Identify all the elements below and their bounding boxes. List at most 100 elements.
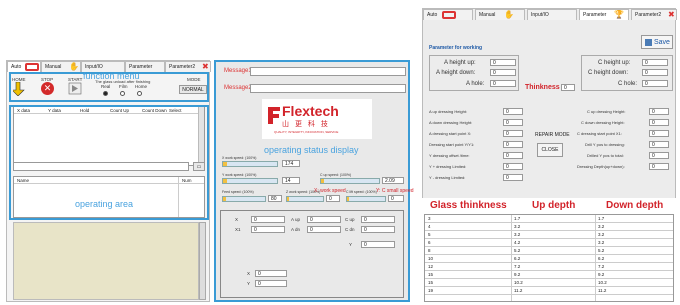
- a-hole-input[interactable]: 0: [490, 80, 516, 87]
- c-dn-coord: 0: [361, 226, 395, 233]
- y-dressing-offset-input[interactable]: 0: [503, 152, 523, 159]
- table-row[interactable]: 10 6.2 6.2: [425, 255, 673, 263]
- x-speed-value[interactable]: 174: [282, 160, 300, 167]
- message2-label: Message2: [224, 85, 252, 91]
- x-speed-bar[interactable]: [222, 161, 278, 167]
- stop-icon[interactable]: ✕: [41, 82, 54, 95]
- x1-coord: 0: [251, 226, 285, 233]
- section-title: Parameter for working: [429, 45, 483, 51]
- status-display-label: operating status display: [264, 145, 359, 155]
- table-row[interactable]: 12 7.2 7.2: [425, 263, 673, 271]
- thinkness-label: Thinkness: [525, 84, 560, 91]
- a-height-down-input[interactable]: 0: [490, 69, 516, 76]
- right-tab-manual[interactable]: Manual ✋: [475, 9, 525, 20]
- right-tab-parameter[interactable]: Parameter 🏆: [579, 9, 629, 20]
- y-speed-label: Y work speed: (100%): [222, 173, 257, 177]
- log-area: [13, 222, 199, 300]
- table-row[interactable]: 19 11.2 11.2: [425, 287, 673, 295]
- logo-text: Flextech: [282, 103, 339, 119]
- right-tab-input-io[interactable]: Input/IO: [527, 9, 577, 20]
- tab-manual[interactable]: Manual ✋: [41, 61, 81, 72]
- y-minus-limit-input[interactable]: 0: [503, 174, 523, 181]
- left-panel: Auto Manual ✋ Input/IO Parameter Paramet…: [6, 60, 211, 302]
- c-lift-speed-value[interactable]: 0: [388, 195, 404, 202]
- a-up-coord: 0: [307, 216, 341, 223]
- a-up-dressing-input[interactable]: 0: [503, 108, 523, 115]
- thinkness-input[interactable]: 0: [561, 84, 575, 91]
- logo-tagline: QUALITY, INTEGRITY, INNOVATION, SERVICE: [274, 130, 339, 134]
- c-dressing-start-x1-input[interactable]: 0: [649, 130, 669, 137]
- message1-label: Message1: [224, 68, 252, 74]
- feed-speed-bar[interactable]: [222, 196, 266, 202]
- trophy-icon: 🏆: [614, 10, 624, 19]
- table-row[interactable]: 6 4.2 3.2: [425, 239, 673, 247]
- right-tab-parameter2[interactable]: Parameter2 ✖: [631, 9, 677, 20]
- c-height-down-input[interactable]: 0: [642, 69, 668, 76]
- c-up-speed-value[interactable]: 2.09: [382, 177, 404, 184]
- a-fields-box: A height up: 0 A height down: 0 A hole: …: [429, 55, 519, 91]
- y-speed-value[interactable]: 14: [282, 177, 300, 184]
- home-arrow-icon[interactable]: [13, 82, 25, 96]
- c-up-speed-bar[interactable]: [320, 178, 380, 184]
- y-speed-bar[interactable]: [222, 178, 278, 184]
- z-speed-value[interactable]: 0: [326, 195, 340, 202]
- dressing-start-y-input[interactable]: 0: [503, 141, 523, 148]
- repair-mode-label: REPAIR MODE: [535, 132, 570, 138]
- y-plus-limit-input[interactable]: 0: [503, 163, 523, 170]
- bottom-y-coord: 0: [255, 280, 287, 287]
- c-lift-speed-bar[interactable]: [346, 196, 386, 202]
- feed-speed-label: Feed speed: (100%): [222, 190, 254, 194]
- table-row[interactable]: 15 10.2 10.2: [425, 279, 673, 287]
- mode-button[interactable]: NORMAL: [179, 85, 207, 94]
- hand-icon: ✋: [69, 62, 79, 71]
- message1-field: [250, 67, 406, 76]
- c-fields-box: C height up: 0 C height down: 0 C hole: …: [581, 55, 673, 91]
- z-speed-bar[interactable]: [286, 196, 324, 202]
- tools-icon: ✖: [202, 62, 209, 71]
- save-button[interactable]: Save: [641, 35, 673, 49]
- bottom-x-coord: 0: [255, 270, 287, 277]
- c-up-coord: 0: [361, 216, 395, 223]
- flextech-logo-mark: [268, 107, 280, 124]
- start-icon[interactable]: [68, 82, 82, 95]
- x-coord: 0: [251, 216, 285, 223]
- tab-parameter2[interactable]: Parameter2 ✖: [165, 61, 211, 72]
- table-row[interactable]: 15 9.2 9.2: [425, 271, 673, 279]
- flextech-logo: Flextech 山 更 科 技 QUALITY, INTEGRITY, INN…: [262, 99, 372, 139]
- table-row[interactable]: 4 3.2 3.2: [425, 223, 673, 231]
- a-dressing-start-x-input[interactable]: 0: [503, 130, 523, 137]
- auto-mode-icon: [25, 63, 39, 71]
- depth-table-headers: Glass thinkness Up depth Down depth: [422, 198, 676, 214]
- c-hole-input[interactable]: 0: [642, 80, 668, 87]
- c-height-up-input[interactable]: 0: [642, 59, 668, 66]
- c-up-dressing-input[interactable]: 0: [649, 108, 669, 115]
- table-row[interactable]: 5 3.2 3.2: [425, 231, 673, 239]
- tab-auto[interactable]: Auto: [7, 61, 41, 72]
- down-depth-header: Down depth: [606, 200, 664, 211]
- table-row[interactable]: 3 1.7 1.7: [425, 215, 673, 223]
- radio-home[interactable]: [137, 91, 142, 96]
- radio-film[interactable]: [120, 91, 125, 96]
- logo-cn: 山 更 科 技: [282, 121, 330, 128]
- floppy-icon: [645, 39, 652, 46]
- y-small-speed-red: Y: C small speed: [376, 188, 414, 194]
- y-coord: 0: [361, 241, 395, 248]
- dressing-depth-input[interactable]: 0: [649, 163, 669, 170]
- close-button[interactable]: CLOSE: [537, 143, 563, 157]
- c-down-dressing-input[interactable]: 0: [649, 119, 669, 126]
- up-depth-header: Up depth: [532, 200, 576, 211]
- a-down-dressing-input[interactable]: 0: [503, 119, 523, 126]
- drill-y-pos-input[interactable]: 0: [649, 141, 669, 148]
- right-tab-auto[interactable]: Auto: [423, 9, 473, 20]
- operating-area-label: operating area: [75, 199, 134, 209]
- hand-icon: ✋: [504, 10, 514, 19]
- feed-speed-value[interactable]: 80: [268, 195, 282, 202]
- drilled-y-total-input[interactable]: 0: [649, 152, 669, 159]
- log-scrollbar[interactable]: [199, 222, 206, 300]
- mode-label: MODE: [187, 77, 201, 82]
- auto-mode-icon: [442, 11, 456, 19]
- radio-real[interactable]: [103, 91, 108, 96]
- table-row[interactable]: 8 5.2 5.2: [425, 247, 673, 255]
- a-height-up-input[interactable]: 0: [490, 59, 516, 66]
- c-up-speed-label: C up speed: (100%): [320, 173, 352, 177]
